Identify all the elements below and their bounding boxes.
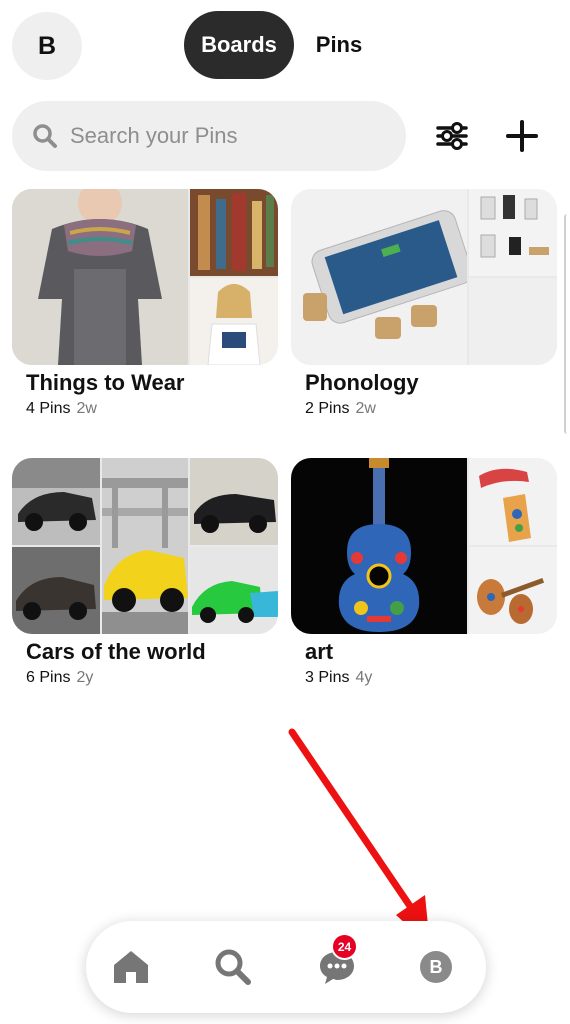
profile-letter: B <box>429 956 443 977</box>
notification-badge: 24 <box>331 933 358 960</box>
nav-profile[interactable]: B <box>411 942 461 992</box>
nav-home[interactable] <box>106 942 156 992</box>
search-icon <box>215 949 251 985</box>
nav-search[interactable] <box>208 942 258 992</box>
annotation-arrow <box>288 728 430 946</box>
profile-icon: B <box>420 951 452 983</box>
home-icon <box>114 951 148 983</box>
bottom-nav: B <box>86 921 486 1013</box>
